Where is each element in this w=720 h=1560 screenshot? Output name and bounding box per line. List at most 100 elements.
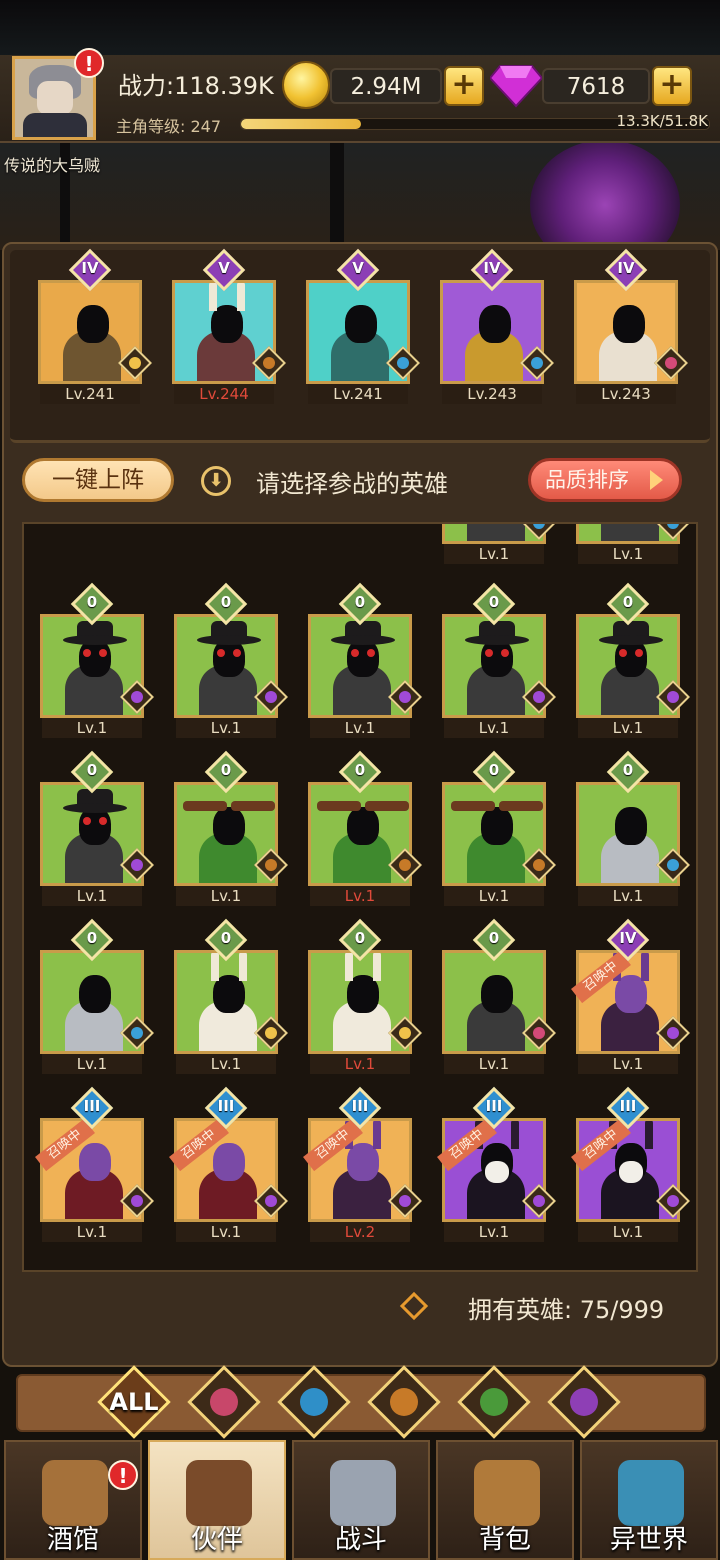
hat-brim [197, 635, 261, 645]
hero-head [213, 1143, 245, 1181]
eye [351, 649, 359, 657]
player-name: 传说的大乌贼 [4, 156, 101, 175]
faction-emblem [131, 1027, 143, 1039]
hero-level: Lv.1 [444, 718, 544, 738]
nav-bag[interactable]: 背包 [436, 1440, 574, 1560]
beast-faction-icon [252, 346, 286, 380]
faction-emblem [667, 1195, 679, 1207]
rank-badge-icon: III [338, 1086, 382, 1130]
beast-filter-button[interactable] [367, 1365, 441, 1439]
hero-level: Lv.243 [576, 384, 676, 404]
rank-numeral: IV [81, 259, 99, 277]
rank-numeral: V [352, 259, 364, 277]
rank-badge-icon: 0 [70, 918, 114, 962]
nav-alert-icon: ! [108, 1460, 138, 1490]
elf-faction-icon [254, 1016, 288, 1050]
faction-emblem [399, 1027, 411, 1039]
rank-numeral: 0 [354, 761, 366, 779]
skull [485, 1161, 509, 1183]
sea-filter-button[interactable] [277, 1365, 351, 1439]
hero-level: Lv.1 [578, 1222, 678, 1242]
elf-icon [480, 1388, 508, 1416]
gem-amount: 7618 [542, 68, 650, 104]
rank-numeral: 0 [622, 761, 634, 779]
team-lineup: IV Lv.241 V Lv.244 V Lv.241 IV Lv.243 IV Lv.243 [10, 248, 710, 443]
rank-numeral: III [619, 1097, 637, 1115]
hero-level: Lv.1 [578, 544, 678, 564]
sort-label: 品质排序 [545, 468, 629, 492]
eye [367, 649, 375, 657]
hero-level: Lv.1 [42, 886, 142, 906]
quality-sort-button[interactable]: 品质排序 [528, 458, 682, 502]
rank-numeral: III [83, 1097, 101, 1115]
hero-head [79, 1143, 111, 1181]
demon-icon [570, 1388, 598, 1416]
faction-emblem [265, 691, 277, 703]
avatar-alert-icon: ! [74, 48, 104, 78]
rank-badge-icon: III [70, 1086, 114, 1130]
add-gold-button[interactable]: + [444, 66, 484, 106]
faction-emblem [129, 357, 141, 369]
nav-tavern[interactable]: 酒馆 [4, 1440, 142, 1560]
faction-emblem [667, 1027, 679, 1039]
nav-otherworld[interactable]: 异世界 [580, 1440, 718, 1560]
rank-badge-icon: 0 [606, 582, 650, 626]
hero-head [615, 807, 647, 845]
skull [619, 1161, 643, 1183]
hero-body [467, 524, 525, 541]
rank-numeral: 0 [220, 929, 232, 947]
nav-partner[interactable]: 伙伴 [148, 1440, 286, 1560]
rank-badge-icon: 0 [204, 918, 248, 962]
hero-level: Lv.241 [308, 384, 408, 404]
add-gem-button[interactable]: + [652, 66, 692, 106]
nav-battle[interactable]: 战斗 [292, 1440, 430, 1560]
hero-level: Lv.1 [310, 718, 410, 738]
light-filter-button[interactable] [187, 1365, 261, 1439]
hero-head [213, 807, 245, 845]
eye [99, 649, 107, 657]
hat-brim [63, 803, 127, 813]
owned-heroes-count: 拥有英雄: 75/999 [468, 1296, 665, 1324]
hero-level: Lv.1 [176, 886, 276, 906]
bag-icon [474, 1460, 540, 1526]
one-click-deploy-button[interactable]: 一键上阵 [22, 458, 174, 502]
faction-emblem [533, 859, 545, 871]
nav-label: 伙伴 [190, 1525, 243, 1555]
elf-filter-button[interactable] [457, 1365, 531, 1439]
nav-label: 酒馆 [46, 1525, 99, 1555]
hero-head [481, 807, 513, 845]
hero-head [345, 305, 377, 343]
faction-emblem [131, 691, 143, 703]
faction-emblem [533, 691, 545, 703]
all-filter-button[interactable]: ALL [97, 1365, 171, 1439]
hero-head [347, 807, 379, 845]
hero-level: Lv.1 [42, 718, 142, 738]
rank-badge-icon: IV [604, 248, 648, 292]
rank-badge-icon: IV [470, 248, 514, 292]
sea-faction-icon [656, 848, 690, 882]
faction-emblem [399, 1195, 411, 1207]
rank-badge-icon: 0 [338, 750, 382, 794]
combat-power: 战力:118.39K [118, 72, 274, 100]
hero-level: Lv.2 [310, 1222, 410, 1242]
rank-numeral: III [485, 1097, 503, 1115]
hero-roster-grid[interactable]: Lv.1 Lv.1 0 Lv.1 0 Lv.1 0 Lv.1 0 Lv.1 0 Lv.1 0 Lv.1 0 L… [22, 522, 698, 1272]
rank-numeral: 0 [354, 593, 366, 611]
elf-faction-icon [118, 346, 152, 380]
elf-faction-icon [388, 1016, 422, 1050]
beast-faction-icon [522, 848, 556, 882]
demon-filter-button[interactable] [547, 1365, 621, 1439]
demon-faction-icon [120, 680, 154, 714]
eye [233, 649, 241, 657]
sea-faction-icon [520, 346, 554, 380]
eye [635, 649, 643, 657]
hero-level: Lv.1 [444, 1054, 544, 1074]
hero-level: Lv.1 [42, 1222, 142, 1242]
faction-emblem [399, 859, 411, 871]
play-arrow-icon [650, 470, 663, 490]
hero-level: Lv.1 [310, 886, 410, 906]
hero-head [479, 305, 511, 343]
rank-numeral: III [217, 1097, 235, 1115]
eye [485, 649, 493, 657]
xp-bar-fill [241, 119, 362, 129]
